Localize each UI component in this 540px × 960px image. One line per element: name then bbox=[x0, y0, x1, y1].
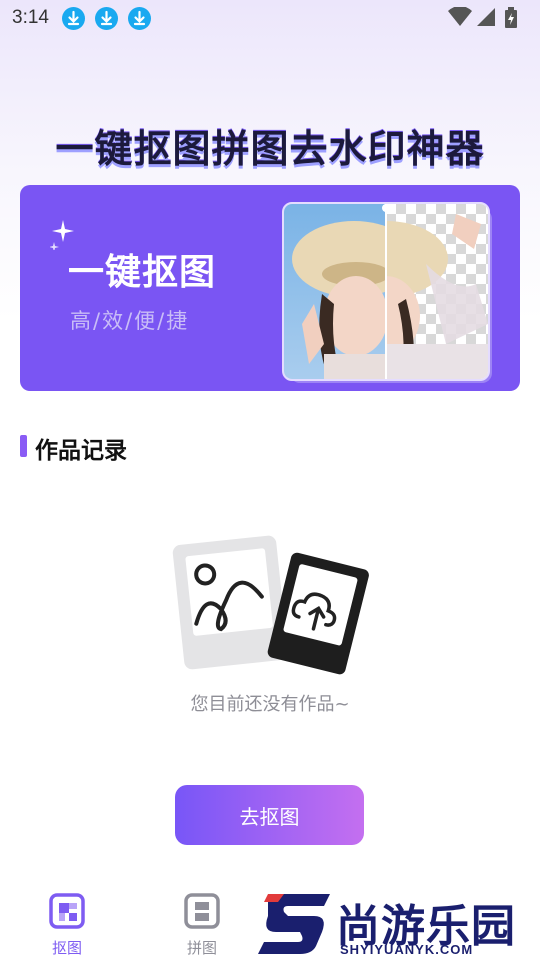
compare-divider bbox=[385, 204, 387, 379]
photo-cutout-half bbox=[324, 204, 488, 379]
nav-label-cutout: 抠图 bbox=[51, 939, 82, 957]
nav-item-collage[interactable]: 拼图 bbox=[162, 893, 242, 958]
watermark-logo-icon bbox=[258, 892, 332, 960]
photo-original-half bbox=[284, 204, 416, 379]
cutout-icon bbox=[27, 893, 107, 933]
section-accent-bar bbox=[20, 435, 27, 457]
collage-icon bbox=[162, 893, 242, 933]
nav-label-collage: 拼图 bbox=[186, 939, 217, 957]
section-title: 作品记录 bbox=[35, 438, 127, 464]
download-icon bbox=[62, 7, 85, 30]
watermark-url: SHYIYUANYK.COM bbox=[340, 942, 474, 957]
banner-title: 一键抠图 bbox=[68, 252, 217, 293]
cutout-banner[interactable]: 一键抠图 高/效/便/捷 bbox=[20, 185, 520, 391]
status-time: 3:14 bbox=[12, 7, 49, 28]
system-icons bbox=[448, 6, 528, 31]
signal-icon bbox=[476, 7, 496, 31]
site-watermark: 尚游乐园 SHYIYUANYK.COM bbox=[258, 892, 540, 958]
banner-subtitle: 高/效/便/捷 bbox=[70, 309, 190, 333]
download-icon bbox=[95, 7, 118, 30]
nav-item-cutout[interactable]: 抠图 bbox=[27, 893, 107, 958]
empty-state-message: 您目前还没有作品~ bbox=[190, 694, 350, 715]
download-icon bbox=[128, 7, 151, 30]
wifi-icon bbox=[448, 6, 472, 31]
before-after-photo bbox=[282, 202, 490, 381]
compare-handle bbox=[382, 204, 390, 212]
go-cutout-button[interactable]: 去抠图 bbox=[175, 785, 364, 845]
battery-icon bbox=[504, 7, 518, 33]
page-headline: 一键抠图拼图去水印神器 bbox=[55, 127, 485, 171]
empty-state-illustration bbox=[170, 530, 370, 684]
status-bar: 3:14 bbox=[0, 0, 540, 38]
